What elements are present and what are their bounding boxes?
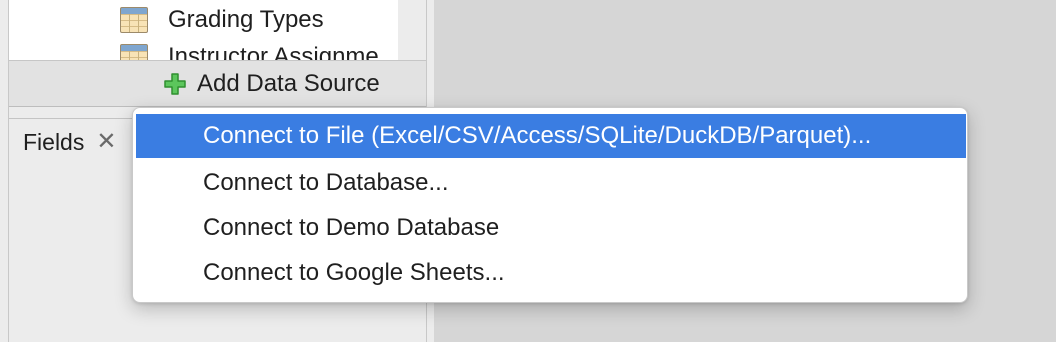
close-icon[interactable]: ✕ [96,130,116,154]
tab-fields[interactable]: Fields ✕ [9,119,116,165]
tab-fields-label: Fields [23,128,85,155]
add-data-source-button[interactable]: Add Data Source [163,68,380,100]
tree-item-grading-types[interactable]: Grading Types [120,5,324,35]
tree-item-instructor-assignments[interactable]: Instructor Assignme [120,42,379,60]
add-data-source-bar: Add Data Source [9,60,426,107]
tree-item-label: Instructor Assignme [168,43,379,60]
menu-item-label: Connect to Google Sheets... [203,259,505,286]
table-icon [120,44,148,60]
menu-item-label: Connect to File (Excel/CSV/Access/SQLite… [203,122,872,149]
green-plus-icon [164,73,186,95]
menu-item-connect-to-demo-database[interactable]: Connect to Demo Database [136,206,966,250]
add-data-source-label: Add Data Source [197,70,380,97]
menu-item-connect-to-file[interactable]: Connect to File (Excel/CSV/Access/SQLite… [136,114,966,158]
menu-item-connect-to-database[interactable]: Connect to Database... [136,161,966,205]
add-data-source-menu: Connect to File (Excel/CSV/Access/SQLite… [132,107,968,303]
data-sources-tree: Grading Types Instructor Assignme [9,0,398,60]
menu-item-connect-to-google-sheets[interactable]: Connect to Google Sheets... [136,251,966,295]
tree-item-label: Grading Types [168,6,324,33]
menu-item-label: Connect to Database... [203,169,449,196]
menu-item-label: Connect to Demo Database [203,214,500,241]
table-icon [120,7,148,33]
